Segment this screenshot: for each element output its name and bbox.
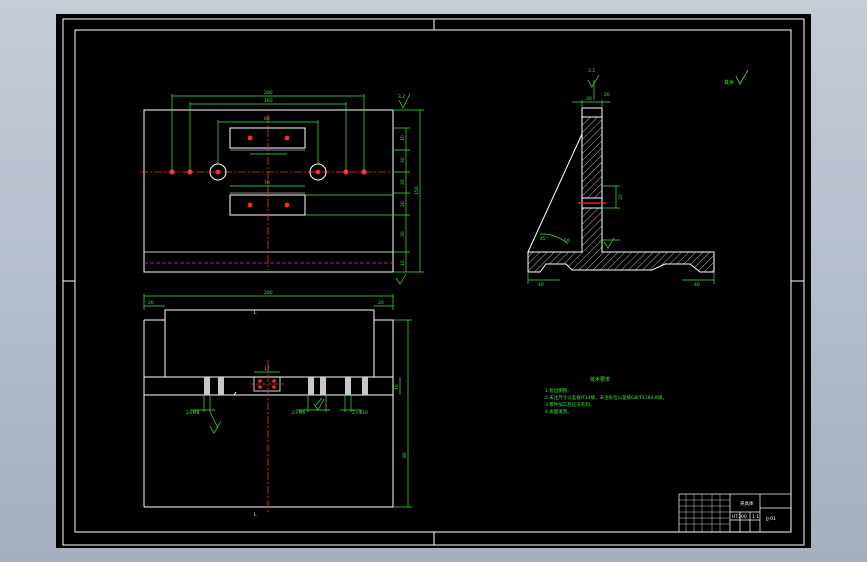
top-dim-inner: 160 xyxy=(264,98,273,104)
top-dim-right-3: 20 xyxy=(400,179,406,185)
drawing-viewport[interactable] xyxy=(56,14,811,548)
side-dim-top: 30 xyxy=(586,96,592,102)
top-dim-lower: 70 xyxy=(264,180,270,186)
top-roughness: 3.2 xyxy=(398,94,405,100)
side-roughness: 3.2 xyxy=(588,68,595,74)
top-dim-right-1: 10 xyxy=(400,135,406,141)
cad-drawing-canvas[interactable]: 200 160 60 70 150 10 30 20 20 30 10 3.2 xyxy=(0,0,867,562)
side-dim-angle: 45° xyxy=(540,236,548,242)
top-dim-right-6: 10 xyxy=(400,260,406,266)
top-dim-right-5: 30 xyxy=(400,231,406,237)
top-dim-overall: 200 xyxy=(264,90,273,96)
side-dim-base-left: 40 xyxy=(538,282,544,288)
cad-application-window: 200 160 60 70 150 10 30 20 20 30 10 3.2 xyxy=(0,0,867,562)
front-callout-phi10: 2×Φ10 xyxy=(352,410,368,416)
notes-line-1: 1.锐边倒钝。 xyxy=(545,387,572,394)
side-dim-base-right: 40 xyxy=(694,282,700,288)
side-dim-side: 20 xyxy=(618,194,624,200)
general-roughness-label: 其余 xyxy=(724,79,734,86)
side-dim-flange: 20 xyxy=(604,92,610,98)
front-dim-right-height: 80 xyxy=(402,452,408,458)
front-dim-right-small: 10 xyxy=(394,384,400,390)
top-dim-right: 150 xyxy=(414,186,420,195)
notes-line-4: 4.表面发黑。 xyxy=(545,408,572,415)
notes-title: 技术要求 xyxy=(590,376,610,383)
front-dim-overall: 200 xyxy=(264,290,273,296)
top-dim-slot: 60 xyxy=(264,116,270,122)
front-dim-right: 20 xyxy=(378,300,384,306)
title-block-part-name: 夹具体 xyxy=(740,500,754,507)
title-block-scale: 1:1 xyxy=(752,514,759,520)
title-block-drawing-no: JJ-01 xyxy=(765,516,776,522)
notes-line-3: 3.零件加工后应去毛刺。 xyxy=(545,401,594,408)
front-dim-hole: 12 xyxy=(264,366,270,372)
front-callout-m8: 2×M8 xyxy=(186,410,200,416)
top-dim-right-4: 20 xyxy=(400,201,406,207)
side-dim-hole: 10 xyxy=(564,238,570,244)
title-block-material: HT200 xyxy=(732,514,747,520)
top-dim-right-2: 30 xyxy=(400,157,406,163)
front-dim-left: 20 xyxy=(148,300,154,306)
front-callout-m6: 2×M6 xyxy=(292,410,306,416)
notes-line-2: 2.未注尺寸公差按IT14级，未注形位公差按GB/T1184-K级。 xyxy=(545,394,667,401)
